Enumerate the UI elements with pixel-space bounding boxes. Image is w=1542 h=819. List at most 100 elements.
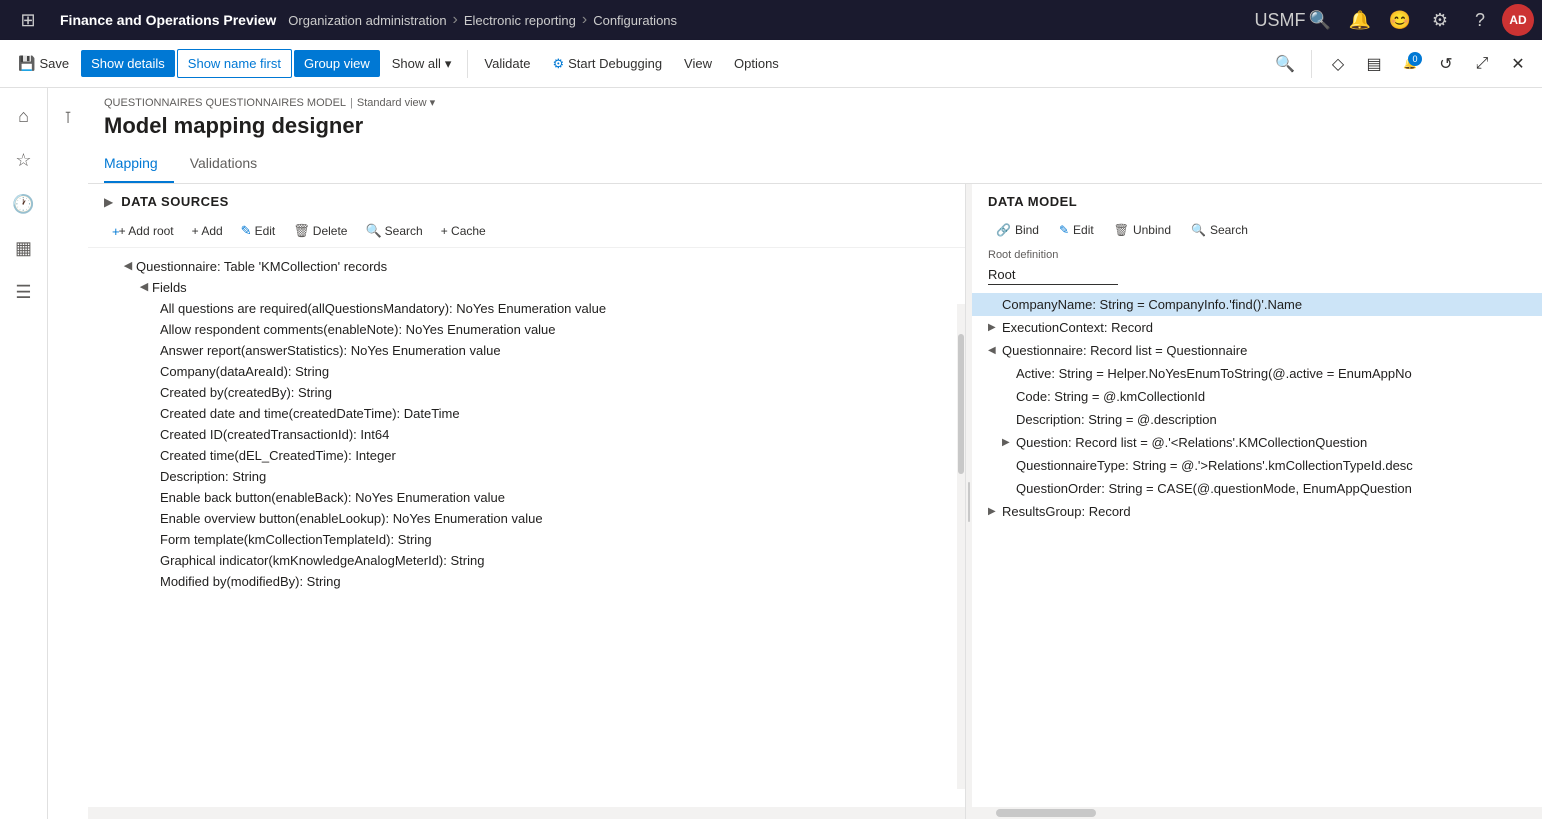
dm-item-questionnaire[interactable]: ◀ Questionnaire: Record list = Questionn… [972, 339, 1542, 362]
show-all-button[interactable]: Show all ▾ [382, 50, 462, 78]
ds-title: DATA SOURCES [121, 194, 229, 209]
validate-button[interactable]: Validate [474, 50, 540, 77]
dm-label-rg: ResultsGroup: Record [1002, 504, 1534, 519]
list-item[interactable]: Description: String [88, 466, 965, 487]
search-dm-button[interactable]: 🔍 Search [1183, 219, 1256, 241]
field-label: Created ID(createdTransactionId): Int64 [160, 427, 949, 442]
tree-root-node[interactable]: ◀ Questionnaire: Table 'KMCollection' re… [88, 256, 965, 277]
sidebar-calendar-icon[interactable]: ▦ [4, 228, 44, 268]
horizontal-scrollbar[interactable] [88, 807, 965, 819]
sidebar-star-icon[interactable]: ☆ [4, 140, 44, 180]
group-view-button[interactable]: Group view [294, 50, 380, 77]
breadcrumb-org[interactable]: Organization administration [288, 13, 446, 28]
list-item[interactable]: Created by(createdBy): String [88, 382, 965, 403]
refresh-icon[interactable]: ↺ [1430, 48, 1462, 80]
dm-item-active[interactable]: Active: String = Helper.NoYesEnumToStrin… [972, 362, 1542, 385]
list-item[interactable]: Answer report(answerStatistics): NoYes E… [88, 340, 965, 361]
page-title: Model mapping designer [88, 109, 1542, 147]
debug-icon: ⚙ [552, 56, 564, 72]
delete-icon: 🗑 [293, 223, 310, 239]
show-details-button[interactable]: Show details [81, 50, 175, 77]
badge-icon[interactable]: 🔔 0 [1394, 48, 1426, 80]
dm-item-description[interactable]: Description: String = @.description [972, 408, 1542, 431]
fields-node[interactable]: ◀ Fields [88, 277, 965, 298]
list-item[interactable]: Allow respondent comments(enableNote): N… [88, 319, 965, 340]
field-label: Allow respondent comments(enableNote): N… [160, 322, 949, 337]
unbind-button[interactable]: 🗑 Unbind [1106, 219, 1179, 241]
list-item[interactable]: Company(dataAreaId): String [88, 361, 965, 382]
dm-item-exec-context[interactable]: ▶ ExecutionContext: Record [972, 316, 1542, 339]
user-avatar[interactable]: AD [1502, 4, 1534, 36]
tab-validations[interactable]: Validations [190, 147, 273, 183]
ds-expand-icon[interactable]: ▶ [104, 195, 113, 209]
edit-dm-button[interactable]: ✎ Edit [1051, 219, 1102, 241]
search-toolbar-icon[interactable]: 🔍 [1269, 48, 1301, 80]
dm-horizontal-scrollbar[interactable] [972, 807, 1542, 819]
breadcrumb-questionnaires[interactable]: QUESTIONNAIRES QUESTIONNAIRES MODEL [104, 97, 346, 109]
dm-item-questionnaire-type[interactable]: QuestionnaireType: String = @.'>Relation… [972, 454, 1542, 477]
open-new-icon[interactable]: ⤢ [1466, 48, 1498, 80]
field-label: All questions are required(allQuestionsM… [160, 301, 949, 316]
settings-icon[interactable]: ⚙ [1422, 2, 1458, 38]
search-nav-icon[interactable]: 🔍 [1302, 2, 1338, 38]
dm-item-code[interactable]: Code: String = @.kmCollectionId [972, 385, 1542, 408]
start-debugging-button[interactable]: ⚙ Start Debugging [542, 50, 672, 78]
search-ds-button[interactable]: 🔍 Search [357, 219, 430, 243]
list-item[interactable]: Form template(kmCollectionTemplateId): S… [88, 529, 965, 550]
notifications-icon[interactable]: 🔔 [1342, 2, 1378, 38]
dm-item-company-name[interactable]: CompanyName: String = CompanyInfo.'find(… [972, 293, 1542, 316]
data-sources-panel: ▶ DATA SOURCES + + Add root + Add ✎ Edit [88, 184, 966, 819]
list-item[interactable]: Enable overview button(enableLookup): No… [88, 508, 965, 529]
view-button[interactable]: View [674, 50, 722, 77]
list-item[interactable]: All questions are required(allQuestionsM… [88, 298, 965, 319]
list-item[interactable]: Modified by(modifiedBy): String [88, 571, 965, 592]
delete-button[interactable]: 🗑 Delete [285, 219, 355, 243]
edit-ds-button[interactable]: ✎ Edit [233, 219, 284, 243]
expand-icon-quest: ▶ [1002, 437, 1016, 448]
field-label: Created date and time(createdDateTime): … [160, 406, 949, 421]
two-panel: ▶ DATA SOURCES + + Add root + Add ✎ Edit [88, 184, 1542, 819]
dm-item-results-group[interactable]: ▶ ResultsGroup: Record [972, 500, 1542, 523]
layout-icon[interactable]: ▤ [1358, 48, 1390, 80]
breadcrumb-config[interactable]: Configurations [593, 13, 677, 28]
bind-button[interactable]: 🔗 Bind [988, 219, 1047, 241]
diamond-icon[interactable]: ◇ [1322, 48, 1354, 80]
sep1: › [453, 11, 458, 29]
sidebar-home-icon[interactable]: ⌂ [4, 96, 44, 136]
dm-scrollbar-thumb [996, 809, 1096, 817]
chat-icon[interactable]: 😊 [1382, 2, 1418, 38]
dm-label-quest: Question: Record list = @.'<Relations'.K… [1016, 435, 1534, 450]
field-label: Graphical indicator(kmKnowledgeAnalogMet… [160, 553, 949, 568]
close-icon[interactable]: ✕ [1502, 48, 1534, 80]
list-item[interactable]: Enable back button(enableBack): NoYes En… [88, 487, 965, 508]
dm-item-question[interactable]: ▶ Question: Record list = @.'<Relations'… [972, 431, 1542, 454]
list-item[interactable]: Created date and time(createdDateTime): … [88, 403, 965, 424]
vertical-scrollbar[interactable] [957, 304, 965, 789]
ds-toolbar: + + Add root + Add ✎ Edit 🗑 Delete [88, 215, 965, 248]
dm-item-question-order[interactable]: QuestionOrder: String = CASE(@.questionM… [972, 477, 1542, 500]
sep-2 [1311, 50, 1312, 78]
cache-button[interactable]: + Cache [433, 220, 494, 242]
save-button[interactable]: 💾 Save [8, 49, 79, 78]
edit-dm-icon: ✎ [1059, 223, 1069, 237]
sidebar-recent-icon[interactable]: 🕐 [4, 184, 44, 224]
field-label: Answer report(answerStatistics): NoYes E… [160, 343, 949, 358]
options-button[interactable]: Options [724, 50, 789, 77]
page-breadcrumb: QUESTIONNAIRES QUESTIONNAIRES MODEL | St… [88, 88, 1542, 109]
view-selector[interactable]: Standard view ▾ [357, 96, 435, 109]
dm-tree: CompanyName: String = CompanyInfo.'find(… [972, 293, 1542, 807]
tab-mapping[interactable]: Mapping [104, 147, 174, 183]
sidebar-list-icon[interactable]: ☰ [4, 272, 44, 312]
show-name-first-button[interactable]: Show name first [177, 49, 292, 78]
help-icon[interactable]: ? [1462, 2, 1498, 38]
list-item[interactable]: Created time(dEL_CreatedTime): Integer [88, 445, 965, 466]
add-button[interactable]: + Add [184, 220, 231, 242]
list-item[interactable]: Graphical indicator(kmKnowledgeAnalogMet… [88, 550, 965, 571]
apps-icon[interactable]: ⊞ [8, 0, 48, 40]
list-item[interactable]: Created ID(createdTransactionId): Int64 [88, 424, 965, 445]
breadcrumb-er[interactable]: Electronic reporting [464, 13, 576, 28]
content-area: QUESTIONNAIRES QUESTIONNAIRES MODEL | St… [88, 88, 1542, 819]
filter-icon[interactable]: ⊺ [48, 98, 88, 138]
dm-label-q: Questionnaire: Record list = Questionnai… [1002, 343, 1534, 358]
add-root-button[interactable]: + + Add root [104, 220, 182, 243]
